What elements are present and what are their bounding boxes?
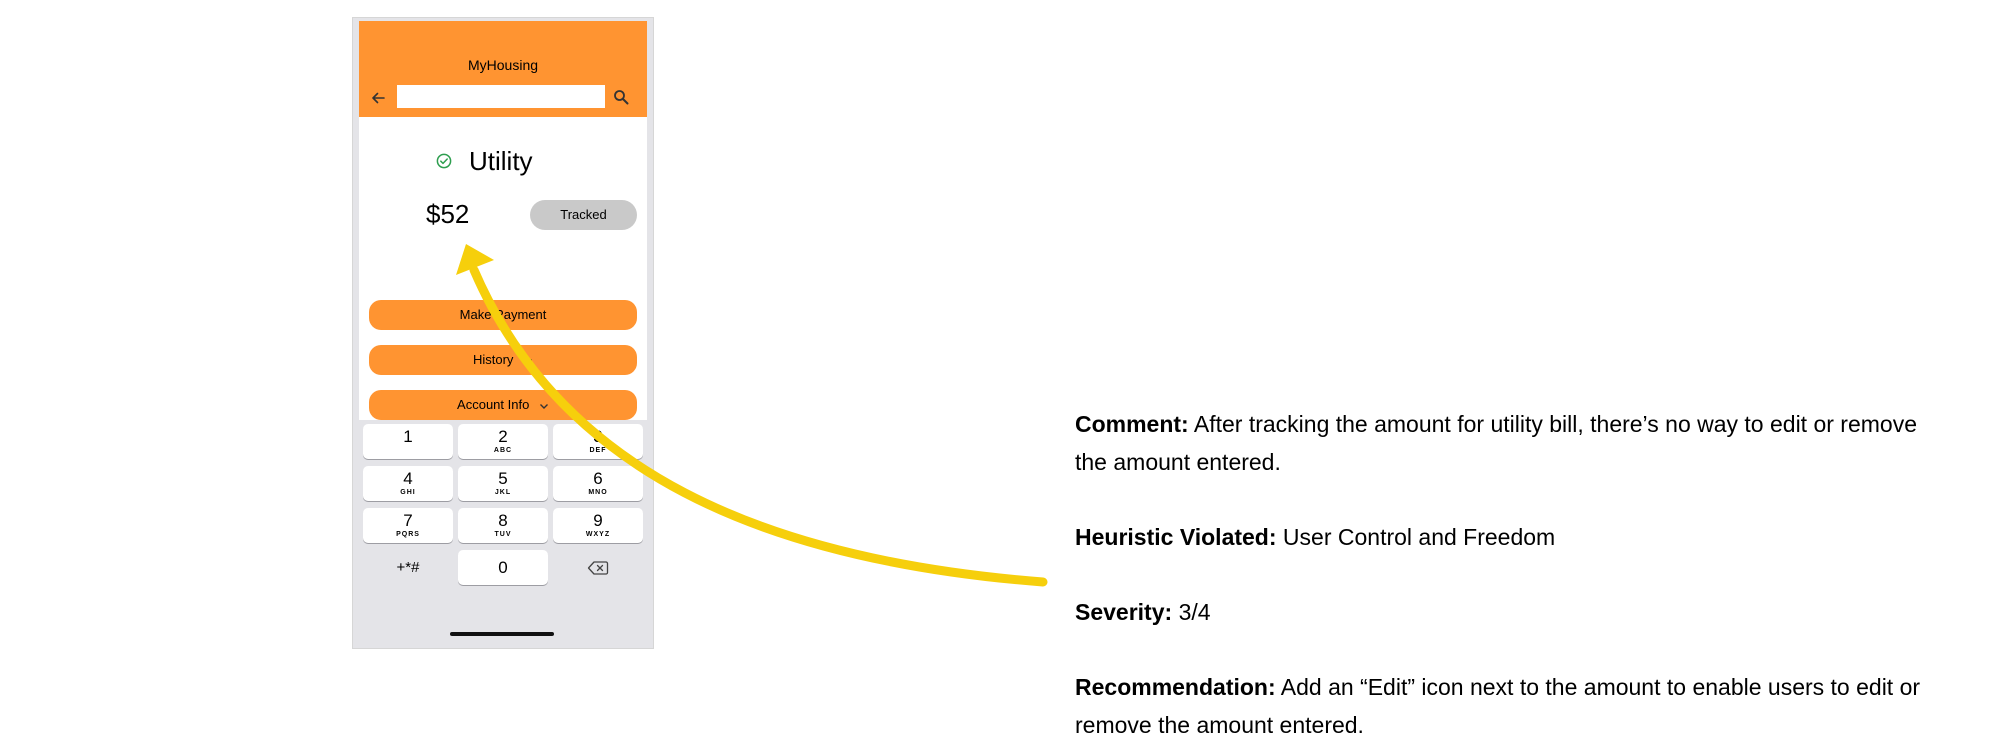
- key-symbols[interactable]: +*#: [363, 550, 453, 585]
- make-payment-button[interactable]: Make Payment: [369, 300, 637, 330]
- key-number: 7: [403, 511, 413, 530]
- key-4[interactable]: 4 GHI: [363, 466, 453, 501]
- key-number: 6: [593, 469, 603, 488]
- history-label: History: [472, 352, 514, 367]
- comment-label: Comment:: [1075, 411, 1189, 437]
- account-info-label: Account Info: [457, 397, 530, 412]
- key-letters: MNO: [588, 489, 608, 496]
- key-7[interactable]: 7 PQRS: [363, 508, 453, 543]
- key-number: 3: [593, 427, 603, 446]
- phone-mockup: MyHousing Utility $52 Tracked Make Payme…: [352, 17, 654, 649]
- key-9[interactable]: 9 WXYZ: [553, 508, 643, 543]
- key-number: 0: [498, 558, 508, 577]
- key-letters: GHI: [400, 489, 416, 496]
- chevron-down-icon: [524, 358, 533, 364]
- severity-text: 3/4: [1178, 599, 1211, 625]
- key-number: 9: [593, 511, 603, 530]
- severity-block: Severity: 3/4: [1075, 593, 1945, 631]
- history-button[interactable]: History: [369, 345, 637, 375]
- recommendation-block: Recommendation: Add an “Edit” icon next …: [1075, 668, 1945, 744]
- bill-title: Utility: [469, 146, 533, 176]
- key-number: 8: [498, 511, 508, 530]
- annotation-arrow: [456, 244, 1048, 587]
- home-indicator: [450, 632, 554, 636]
- key-8[interactable]: 8 TUV: [458, 508, 548, 543]
- key-6[interactable]: 6 MNO: [553, 466, 643, 501]
- chevron-down-icon: [539, 403, 548, 409]
- backspace-key[interactable]: [553, 550, 643, 585]
- search-icon[interactable]: [612, 88, 630, 106]
- back-arrow-icon[interactable]: [369, 89, 387, 107]
- check-circle-icon: [436, 153, 452, 169]
- key-number: 5: [498, 469, 508, 488]
- key-number: 2: [498, 427, 508, 446]
- key-number: 4: [403, 469, 413, 488]
- numeric-keypad: 1 2 ABC 3 DEF 4 GHI 5 JKL 6 MNO 7 PQRS 8 TUV 9W…: [353, 420, 653, 648]
- comment-block: Comment: After tracking the amount for u…: [1075, 405, 1945, 481]
- heuristic-label: Heuristic Violated:: [1075, 524, 1277, 550]
- key-5[interactable]: 5 JKL: [458, 466, 548, 501]
- key-letters: PQRS: [396, 531, 420, 538]
- recommendation-label: Recommendation:: [1075, 674, 1276, 700]
- symbols-label: +*#: [396, 559, 420, 576]
- comment-text: After tracking the amount for utility bi…: [1075, 411, 1917, 475]
- severity-label: Severity:: [1075, 599, 1173, 625]
- app-title: MyHousing: [467, 57, 539, 73]
- key-number: 1: [403, 427, 413, 446]
- key-letters: ABC: [493, 447, 513, 454]
- search-input[interactable]: [397, 85, 605, 108]
- make-payment-label: Make Payment: [459, 307, 547, 322]
- key-letters: WXYZ: [585, 531, 611, 538]
- backspace-icon: [587, 561, 609, 575]
- key-3[interactable]: 3 DEF: [553, 424, 643, 459]
- key-0[interactable]: 0: [458, 550, 548, 585]
- tracked-button[interactable]: Tracked: [530, 200, 637, 230]
- heuristic-block: Heuristic Violated: User Control and Fre…: [1075, 518, 1945, 556]
- app-bar: MyHousing: [359, 21, 647, 117]
- key-1[interactable]: 1: [363, 424, 453, 459]
- account-info-button[interactable]: Account Info: [369, 390, 637, 420]
- app-screen: MyHousing Utility $52 Tracked Make Payme…: [359, 21, 647, 420]
- key-letters: TUV: [494, 531, 512, 538]
- heuristic-text: User Control and Freedom: [1282, 524, 1556, 550]
- key-letters: DEF: [589, 447, 607, 454]
- key-2[interactable]: 2 ABC: [458, 424, 548, 459]
- key-letters: JKL: [494, 489, 512, 496]
- amount-value: $52: [426, 199, 470, 229]
